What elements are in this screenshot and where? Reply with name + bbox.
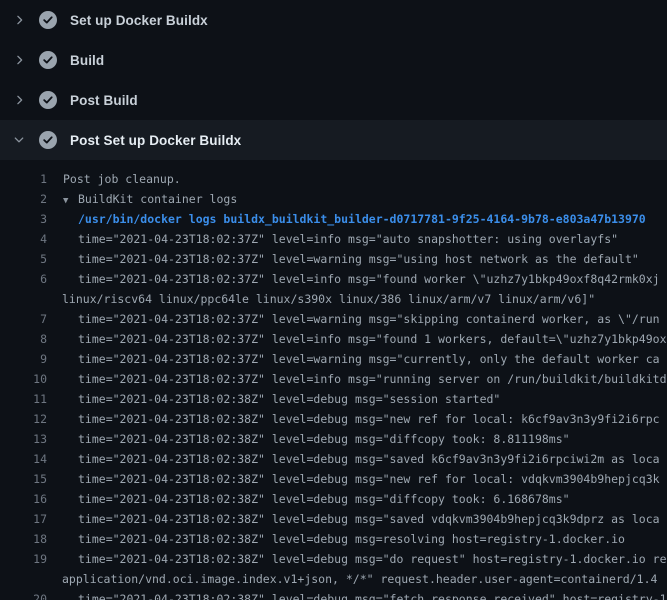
step-label: Build: [70, 53, 104, 68]
log-line: 5time="2021-04-23T18:02:37Z" level=warni…: [0, 249, 667, 269]
log-line: 8time="2021-04-23T18:02:37Z" level=info …: [0, 329, 667, 349]
check-circle-icon: [39, 131, 57, 149]
line-number[interactable]: 15: [0, 469, 47, 489]
line-number[interactable]: 20: [0, 589, 47, 600]
chevron-right-icon[interactable]: [11, 92, 27, 108]
log-line: 12time="2021-04-23T18:02:38Z" level=debu…: [0, 409, 667, 429]
line-number[interactable]: 2: [0, 189, 47, 209]
log-text: time="2021-04-23T18:02:38Z" level=debug …: [47, 449, 660, 469]
log-text: application/vnd.oci.image.index.v1+json,…: [47, 569, 657, 589]
log-text: time="2021-04-23T18:02:38Z" level=debug …: [47, 589, 667, 600]
log-command-text: /usr/bin/docker logs buildx_buildkit_bui…: [47, 209, 646, 229]
log-text: time="2021-04-23T18:02:37Z" level=warnin…: [47, 309, 660, 329]
log-line: 3/usr/bin/docker logs buildx_buildkit_bu…: [0, 209, 667, 229]
step-row-set-up-docker-buildx[interactable]: Set up Docker Buildx: [0, 0, 667, 40]
log-line: 10time="2021-04-23T18:02:37Z" level=info…: [0, 369, 667, 389]
log-text: ▼BuildKit container logs: [47, 189, 237, 209]
step-row-post-set-up-docker-buildx[interactable]: Post Set up Docker Buildx: [0, 120, 667, 160]
log-line: 18time="2021-04-23T18:02:38Z" level=debu…: [0, 529, 667, 549]
log-area: 1Post job cleanup.2▼BuildKit container l…: [0, 160, 667, 600]
log-text: time="2021-04-23T18:02:38Z" level=debug …: [47, 509, 660, 529]
log-text: Post job cleanup.: [47, 169, 181, 189]
line-number[interactable]: 13: [0, 429, 47, 449]
check-circle-icon: [39, 11, 57, 29]
log-line: 13time="2021-04-23T18:02:38Z" level=debu…: [0, 429, 667, 449]
log-line: linux/riscv64 linux/ppc64le linux/s390x …: [0, 289, 667, 309]
log-line: 4time="2021-04-23T18:02:37Z" level=info …: [0, 229, 667, 249]
line-number: [0, 569, 47, 589]
line-number[interactable]: 1: [0, 169, 47, 189]
log-text: time="2021-04-23T18:02:38Z" level=debug …: [47, 489, 570, 509]
log-text: time="2021-04-23T18:02:37Z" level=info m…: [47, 329, 667, 349]
line-number[interactable]: 17: [0, 509, 47, 529]
log-line: application/vnd.oci.image.index.v1+json,…: [0, 569, 667, 589]
log-line-group: 2▼BuildKit container logs: [0, 189, 667, 209]
check-circle-icon: [39, 91, 57, 109]
step-row-build[interactable]: Build: [0, 40, 667, 80]
step-label: Post Build: [70, 93, 138, 108]
log-text: time="2021-04-23T18:02:37Z" level=info m…: [47, 269, 660, 289]
step-label: Post Set up Docker Buildx: [70, 133, 241, 148]
line-number[interactable]: 7: [0, 309, 47, 329]
check-circle-icon: [39, 51, 57, 69]
log-line: 19time="2021-04-23T18:02:38Z" level=debu…: [0, 549, 667, 569]
chevron-right-icon[interactable]: [11, 12, 27, 28]
log-text: time="2021-04-23T18:02:37Z" level=warnin…: [47, 349, 660, 369]
line-number: [0, 289, 47, 309]
line-number[interactable]: 5: [0, 249, 47, 269]
line-number[interactable]: 12: [0, 409, 47, 429]
log-line: 9time="2021-04-23T18:02:37Z" level=warni…: [0, 349, 667, 369]
log-line: 17time="2021-04-23T18:02:38Z" level=debu…: [0, 509, 667, 529]
line-number[interactable]: 4: [0, 229, 47, 249]
line-number[interactable]: 8: [0, 329, 47, 349]
line-number[interactable]: 10: [0, 369, 47, 389]
line-number[interactable]: 6: [0, 269, 47, 289]
log-text: time="2021-04-23T18:02:38Z" level=debug …: [47, 469, 660, 489]
log-text: time="2021-04-23T18:02:38Z" level=debug …: [47, 529, 625, 549]
line-number[interactable]: 18: [0, 529, 47, 549]
line-number[interactable]: 9: [0, 349, 47, 369]
group-label[interactable]: BuildKit container logs: [78, 192, 237, 206]
log-text: time="2021-04-23T18:02:38Z" level=debug …: [47, 429, 570, 449]
line-number[interactable]: 14: [0, 449, 47, 469]
group-collapse-triangle-icon[interactable]: ▼: [63, 191, 78, 209]
log-line: 14time="2021-04-23T18:02:38Z" level=debu…: [0, 449, 667, 469]
log-text: time="2021-04-23T18:02:37Z" level=info m…: [47, 229, 618, 249]
log-text: time="2021-04-23T18:02:38Z" level=debug …: [47, 549, 667, 569]
line-number[interactable]: 16: [0, 489, 47, 509]
log-line: 6time="2021-04-23T18:02:37Z" level=info …: [0, 269, 667, 289]
log-text: time="2021-04-23T18:02:38Z" level=debug …: [47, 389, 500, 409]
actions-log-viewer: Set up Docker Buildx Build Post Build Po…: [0, 0, 667, 600]
line-number[interactable]: 3: [0, 209, 47, 229]
log-line: 15time="2021-04-23T18:02:38Z" level=debu…: [0, 469, 667, 489]
log-text: time="2021-04-23T18:02:37Z" level=warnin…: [47, 249, 639, 269]
log-line: 11time="2021-04-23T18:02:38Z" level=debu…: [0, 389, 667, 409]
log-text: time="2021-04-23T18:02:37Z" level=info m…: [47, 369, 667, 389]
log-line: 7time="2021-04-23T18:02:37Z" level=warni…: [0, 309, 667, 329]
step-row-post-build[interactable]: Post Build: [0, 80, 667, 120]
log-line: 20time="2021-04-23T18:02:38Z" level=debu…: [0, 589, 667, 600]
log-line: 16time="2021-04-23T18:02:38Z" level=debu…: [0, 489, 667, 509]
log-line: 1Post job cleanup.: [0, 169, 667, 189]
log-text: time="2021-04-23T18:02:38Z" level=debug …: [47, 409, 660, 429]
chevron-right-icon[interactable]: [11, 52, 27, 68]
step-label: Set up Docker Buildx: [70, 13, 208, 28]
line-number[interactable]: 11: [0, 389, 47, 409]
line-number[interactable]: 19: [0, 549, 47, 569]
chevron-down-icon[interactable]: [11, 132, 27, 148]
log-text: linux/riscv64 linux/ppc64le linux/s390x …: [47, 289, 595, 309]
